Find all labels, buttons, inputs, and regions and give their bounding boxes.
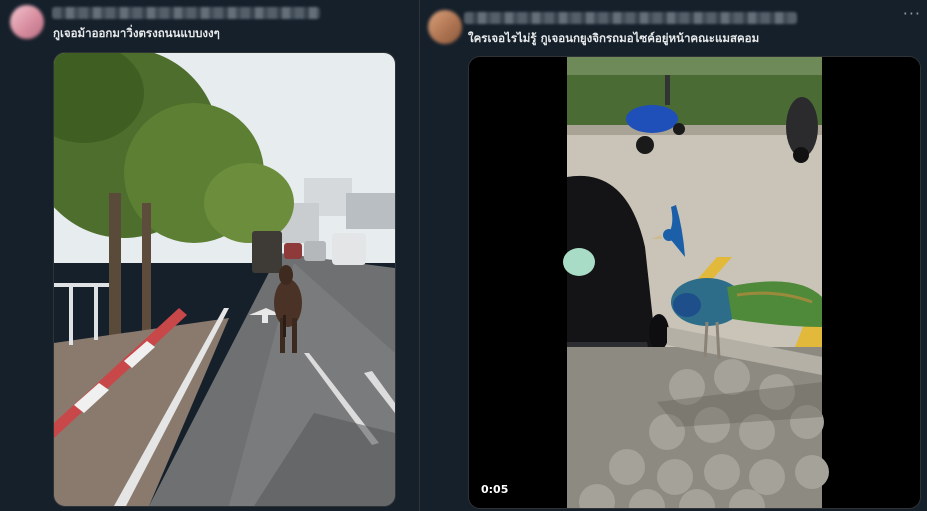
video-duration: 0:05 [481, 483, 509, 496]
tweet-video[interactable]: 0:05 [468, 56, 921, 509]
tweet-photo[interactable] [53, 52, 396, 507]
tweet-1[interactable]: กูเจอม้าออกมาวิ่งตรงถนนแบบงงๆ [0, 0, 419, 511]
username-blurred[interactable] [52, 7, 320, 19]
avatar[interactable] [10, 5, 44, 39]
username-blurred[interactable] [464, 12, 797, 24]
tweet-text: กูเจอม้าออกมาวิ่งตรงถนนแบบงงๆ [53, 26, 220, 40]
horse-on-road-photo [54, 53, 395, 506]
tweet-text: ใครเจอไรไม่รู้ กูเจอนกยูงจิกรถมอไซค์อยู่… [468, 31, 760, 45]
tweet-2[interactable]: ··· ใครเจอไรไม่รู้ กูเจอนกยูงจิกรถมอไซค์… [420, 0, 927, 511]
avatar[interactable] [428, 10, 462, 44]
peacock-motorbike-video [469, 57, 920, 508]
more-options-icon[interactable]: ··· [903, 4, 921, 23]
